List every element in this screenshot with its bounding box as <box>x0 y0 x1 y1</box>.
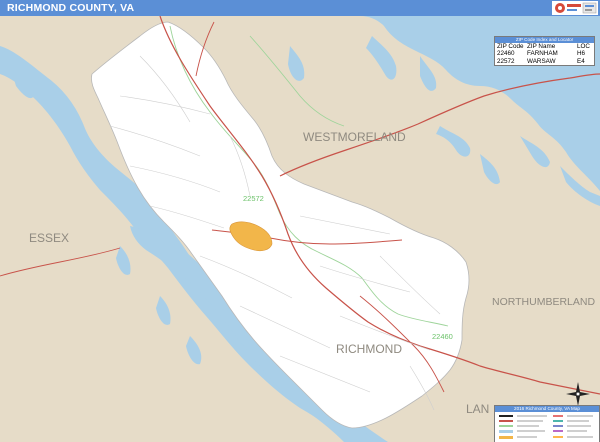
legend-symbols <box>499 415 593 439</box>
zip-name-cell: FARNHAM <box>527 50 558 58</box>
publisher-logo <box>552 1 598 15</box>
zip-code-cell: 22460 <box>497 50 515 58</box>
lancaster-partial-label: LAN <box>466 402 489 416</box>
table-row: 22572 WARSAW E4 <box>495 58 594 65</box>
zip-col-header: ZIP Name <box>527 43 556 50</box>
map-page: RICHMOND COUNTY, VA WESTMORELAND ESSEX N… <box>0 0 600 442</box>
zip-22572-label: 22572 <box>243 194 264 203</box>
zip-code-table: ZIP Code Index and Locator ZIP Code ZIP … <box>494 36 595 67</box>
map-legend: 2016 Richmond County, VA Map <box>494 405 600 442</box>
westmoreland-label: WESTMORELAND <box>303 130 406 144</box>
zip-code-cell: 22572 <box>497 57 515 65</box>
zip-table-header-row: ZIP Code ZIP Name LOC <box>495 43 594 50</box>
zip-col-header: ZIP Code <box>497 43 524 50</box>
map-area[interactable]: WESTMORELAND ESSEX NORTHUMBERLAND RICHMO… <box>0 16 600 442</box>
title-bar: RICHMOND COUNTY, VA <box>0 0 600 16</box>
map-canvas: WESTMORELAND ESSEX NORTHUMBERLAND RICHMO… <box>0 16 600 442</box>
zip-loc-cell: H6 <box>577 50 586 58</box>
zip-name-cell: WARSAW <box>527 57 556 65</box>
zip-col-header: LOC <box>577 43 590 50</box>
table-row: 22460 FARNHAM H6 <box>495 50 594 57</box>
zip-loc-cell: E4 <box>577 57 585 65</box>
compass-icon <box>566 382 590 406</box>
map-title: RICHMOND COUNTY, VA <box>7 2 135 14</box>
essex-label: ESSEX <box>29 231 69 245</box>
zip-22460-label: 22460 <box>432 332 453 341</box>
northumberland-label: NORTHUMBERLAND <box>492 296 595 308</box>
richmond-label: RICHMOND <box>336 342 402 356</box>
